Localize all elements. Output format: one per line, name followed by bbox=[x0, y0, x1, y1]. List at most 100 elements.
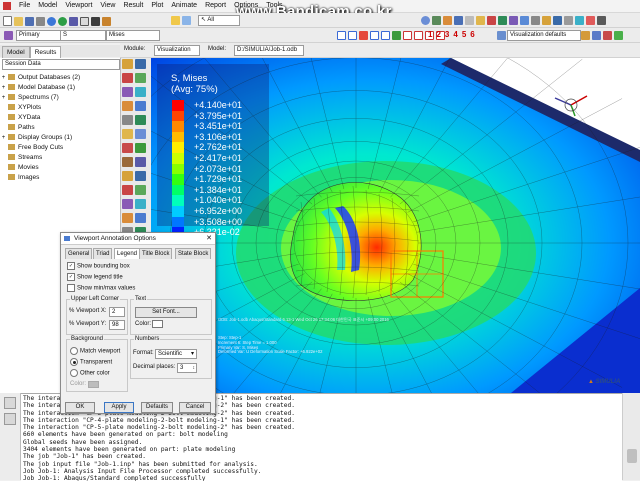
rotate-icon[interactable] bbox=[58, 16, 67, 26]
plot-symbol-icon[interactable] bbox=[370, 31, 379, 40]
toolbox-tool-10-icon[interactable] bbox=[135, 115, 146, 125]
menu-animate[interactable]: Animate bbox=[167, 0, 201, 12]
tree-item[interactable]: Free Body Cuts bbox=[0, 143, 120, 153]
tree-item[interactable]: Images bbox=[0, 173, 120, 183]
plot-allowed-icon[interactable] bbox=[392, 31, 401, 40]
toolbox-tool-6-icon[interactable] bbox=[135, 87, 146, 97]
toolbox-tool-16-icon[interactable] bbox=[135, 157, 146, 167]
format-select[interactable]: Scientific ▾ bbox=[155, 349, 197, 359]
toolbox-tool-18-icon[interactable] bbox=[135, 171, 146, 181]
expand-icon[interactable]: + bbox=[0, 83, 7, 93]
toolbox-tool-17-icon[interactable] bbox=[122, 171, 133, 181]
auto-fit-icon[interactable] bbox=[91, 16, 100, 26]
selection-filter-select[interactable]: ↖ All bbox=[198, 15, 240, 26]
render-style-1-button[interactable]: 1 bbox=[428, 30, 432, 39]
show-legend-title-checkbox[interactable]: ✓ bbox=[67, 273, 75, 281]
toolbox-tool-3-icon[interactable] bbox=[122, 73, 133, 83]
module-select[interactable]: Visualization bbox=[154, 45, 200, 56]
toolbox-tool-20-icon[interactable] bbox=[135, 185, 146, 195]
close-icon[interactable]: ✕ bbox=[206, 233, 212, 244]
menu-plot[interactable]: Plot bbox=[147, 0, 167, 12]
toolbox-tool-4-icon[interactable] bbox=[135, 73, 146, 83]
tab-results[interactable]: Results bbox=[29, 46, 62, 58]
toolbox-tool-2-icon[interactable] bbox=[135, 59, 146, 69]
render-style-6-button[interactable]: 6 bbox=[470, 30, 474, 39]
tool-icon-a[interactable] bbox=[432, 16, 441, 25]
expand-icon[interactable]: + bbox=[0, 93, 7, 103]
visualization-defaults-select[interactable]: Visualization defaults bbox=[507, 30, 581, 41]
tree-item[interactable]: Paths bbox=[0, 123, 120, 133]
text-color-swatch[interactable] bbox=[152, 320, 163, 328]
dialog-title-bar[interactable]: Viewport Annotation Options ✕ bbox=[61, 233, 215, 245]
tree-item[interactable]: Movies bbox=[0, 163, 120, 173]
tree-item[interactable]: + Output Databases (2) bbox=[0, 73, 120, 83]
toolbox-tool-21-icon[interactable] bbox=[122, 199, 133, 209]
session-data-select[interactable]: Session Data bbox=[2, 59, 120, 70]
animate-time-icon[interactable] bbox=[414, 31, 423, 40]
cancel-button[interactable]: Cancel bbox=[179, 402, 211, 413]
pan-icon[interactable] bbox=[47, 16, 56, 26]
render-style-3-button[interactable]: 3 bbox=[445, 30, 449, 39]
tab-general[interactable]: General bbox=[65, 248, 93, 259]
tree-item[interactable]: + Model Database (1) bbox=[0, 83, 120, 93]
tool-icon-o[interactable] bbox=[586, 16, 595, 25]
plot-material-icon[interactable] bbox=[381, 31, 390, 40]
toolbox-tool-23-icon[interactable] bbox=[122, 213, 133, 223]
show-minmax-option[interactable]: Show min/max values bbox=[67, 284, 135, 293]
tree-item[interactable]: XYPlots bbox=[0, 103, 120, 113]
toolbox-tool-19-icon[interactable] bbox=[122, 185, 133, 195]
tab-state-block[interactable]: State Block bbox=[175, 248, 212, 259]
show-minmax-checkbox[interactable] bbox=[67, 284, 75, 292]
plot-deformed-icon[interactable] bbox=[348, 31, 357, 40]
toolbox-tool-12-icon[interactable] bbox=[135, 129, 146, 139]
render-style-5-button[interactable]: 5 bbox=[462, 30, 466, 39]
open-icon[interactable] bbox=[14, 16, 23, 26]
toolbox-tool-15-icon[interactable] bbox=[122, 157, 133, 167]
toolbox-tool-22-icon[interactable] bbox=[135, 199, 146, 209]
layer-icon[interactable] bbox=[592, 31, 601, 40]
tool-icon-h[interactable] bbox=[509, 16, 518, 25]
tab-title-block[interactable]: Title Block bbox=[139, 248, 173, 259]
menu-view[interactable]: View bbox=[96, 0, 119, 12]
toolbox-tool-9-icon[interactable] bbox=[122, 115, 133, 125]
tool-icon-n[interactable] bbox=[575, 16, 584, 25]
tab-legend[interactable]: Legend bbox=[114, 248, 141, 259]
defaults-button[interactable]: Defaults bbox=[141, 402, 173, 413]
tool-icon-g[interactable] bbox=[498, 16, 507, 25]
tool-icon-e[interactable] bbox=[476, 16, 485, 25]
tool-icon-i[interactable] bbox=[520, 16, 529, 25]
tree-item[interactable]: Streams bbox=[0, 153, 120, 163]
tool-icon-j[interactable] bbox=[531, 16, 540, 25]
view-front-icon[interactable] bbox=[182, 16, 191, 25]
tool-icon-m[interactable] bbox=[564, 16, 573, 25]
tool-icon-k[interactable] bbox=[542, 16, 551, 25]
tool-icon-l[interactable] bbox=[553, 16, 562, 25]
output-type-select[interactable]: Primary bbox=[16, 30, 62, 41]
tree-item[interactable]: + Display Groups (1) bbox=[0, 133, 120, 143]
transparent-option[interactable]: Transparent bbox=[70, 358, 112, 367]
cube-view-icon[interactable] bbox=[581, 31, 590, 40]
variable-select[interactable]: S bbox=[60, 30, 106, 41]
print-icon[interactable] bbox=[36, 16, 45, 26]
toolbox-tool-1-icon[interactable] bbox=[122, 59, 133, 69]
toolbox-tool-5-icon[interactable] bbox=[122, 87, 133, 97]
toolbox-tool-7-icon[interactable] bbox=[122, 101, 133, 111]
menu-result[interactable]: Result bbox=[119, 0, 147, 12]
toolbox-tool-11-icon[interactable] bbox=[122, 129, 133, 139]
tab-model[interactable]: Model bbox=[2, 46, 30, 58]
tool-icon-p[interactable] bbox=[597, 16, 606, 25]
expand-icon[interactable]: + bbox=[0, 133, 7, 143]
other-color-radio[interactable] bbox=[70, 369, 78, 377]
plot-undeformed-icon[interactable] bbox=[337, 31, 346, 40]
save-icon[interactable] bbox=[25, 16, 34, 26]
expand-icon[interactable]: + bbox=[0, 73, 7, 83]
render-style-4-button[interactable]: 4 bbox=[453, 30, 457, 39]
query-icon[interactable] bbox=[421, 16, 430, 25]
show-legend-title-option[interactable]: ✓ Show legend title bbox=[67, 273, 123, 282]
tool-icon-b[interactable] bbox=[443, 16, 452, 25]
toolbox-tool-13-icon[interactable] bbox=[122, 143, 133, 153]
field-output-icon[interactable] bbox=[4, 31, 13, 40]
render-style-2-button[interactable]: 2 bbox=[436, 30, 440, 39]
model-select[interactable]: D:/SIMULIA/Job-1.odb bbox=[234, 45, 304, 56]
menu-model[interactable]: Model bbox=[34, 0, 61, 12]
